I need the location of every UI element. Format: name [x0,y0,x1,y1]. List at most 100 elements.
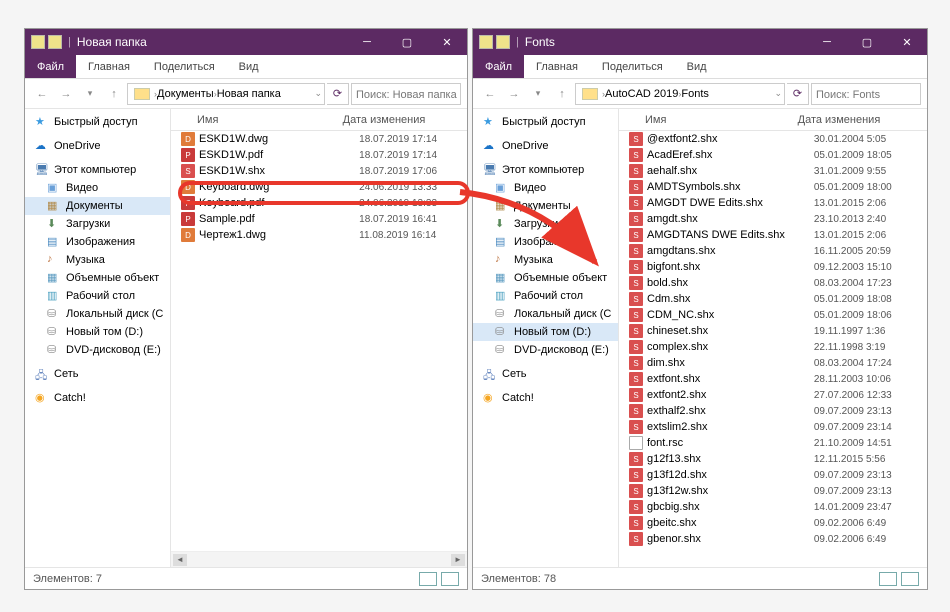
maximize-button[interactable]: ▢ [847,29,887,55]
sidebar-item-music[interactable]: ♪Музыка [473,251,618,269]
tab-home[interactable]: Главная [524,55,590,78]
crumb-autocad[interactable]: AutoCAD 2019 [605,88,678,100]
history-button[interactable]: ▾ [79,83,101,105]
file-row[interactable]: Sgbcbig.shx14.01.2009 23:47 [619,499,927,515]
sidebar-item-pictures[interactable]: ▤Изображения [25,233,170,251]
view-details-icon[interactable] [419,572,437,586]
close-button[interactable]: ✕ [887,29,927,55]
sidebar-item-3d-objects[interactable]: ▦Объемные объект [473,269,618,287]
file-row[interactable]: S@extfont2.shx30.01.2004 5:05 [619,131,927,147]
sidebar-item-dvd[interactable]: ⛁DVD-дисковод (E:) [473,341,618,359]
forward-button[interactable]: → [503,83,525,105]
sidebar-item-music[interactable]: ♪Музыка [25,251,170,269]
back-button[interactable]: ← [479,83,501,105]
titlebar[interactable]: | Новая папка ─ ▢ ✕ [25,29,467,55]
crumb-fonts[interactable]: Fonts [681,88,709,100]
sidebar-item-documents[interactable]: ▦Документы [25,197,170,215]
sidebar-item-downloads[interactable]: ⬇Загрузки [473,215,618,233]
chevron-down-icon[interactable]: ⌄ [774,88,782,99]
sidebar-item-downloads[interactable]: ⬇Загрузки [25,215,170,233]
up-button[interactable]: ↑ [551,83,573,105]
sidebar-item-catch[interactable]: ◉Catch! [473,389,618,407]
file-row[interactable]: Scomplex.shx22.11.1998 3:19 [619,339,927,355]
file-row[interactable]: SAMDTSymbols.shx05.01.2009 18:00 [619,179,927,195]
scroll-right-icon[interactable]: ► [451,554,465,566]
up-button[interactable]: ↑ [103,83,125,105]
file-row[interactable]: Samgdtans.shx16.11.2005 20:59 [619,243,927,259]
sidebar-item-disk-c[interactable]: ⛁Локальный диск (C [473,305,618,323]
view-large-icon[interactable] [441,572,459,586]
back-button[interactable]: ← [31,83,53,105]
file-list[interactable]: DESKD1W.dwg18.07.2019 17:14PESKD1W.pdf18… [171,131,467,551]
sidebar-item-disk-d[interactable]: ⛁Новый том (D:) [473,323,618,341]
file-row[interactable]: Saehalf.shx31.01.2009 9:55 [619,163,927,179]
refresh-button[interactable]: ⟳ [327,83,349,105]
tab-share[interactable]: Поделиться [142,55,227,78]
tab-share[interactable]: Поделиться [590,55,675,78]
file-row[interactable]: SAMGDT DWE Edits.shx13.01.2015 2:06 [619,195,927,211]
file-list[interactable]: S@extfont2.shx30.01.2004 5:05SAcadEref.s… [619,131,927,567]
sidebar-item-videos[interactable]: ▣Видео [473,179,618,197]
tab-view[interactable]: Вид [227,55,271,78]
search-input[interactable]: Поиск: Fonts [811,83,921,105]
file-row[interactable]: Sextfont2.shx27.07.2006 12:33 [619,387,927,403]
search-input[interactable]: Поиск: Новая папка [351,83,461,105]
file-row[interactable]: DЧертеж1.dwg11.08.2019 16:14 [171,227,467,243]
tab-file[interactable]: Файл [25,55,76,78]
file-row[interactable]: SCDM_NC.shx05.01.2009 18:06 [619,307,927,323]
view-large-icon[interactable] [901,572,919,586]
tab-file[interactable]: Файл [473,55,524,78]
col-name[interactable]: Имя [619,114,798,126]
close-button[interactable]: ✕ [427,29,467,55]
file-row[interactable]: Sgbeitc.shx09.02.2006 6:49 [619,515,927,531]
maximize-button[interactable]: ▢ [387,29,427,55]
chevron-down-icon[interactable]: ⌄ [314,88,322,99]
sidebar-item-network[interactable]: 🖧Сеть [25,365,170,383]
sidebar-item-onedrive[interactable]: ☁OneDrive [25,137,170,155]
tab-view[interactable]: Вид [675,55,719,78]
file-row[interactable]: PSample.pdf18.07.2019 16:41 [171,211,467,227]
file-row[interactable]: SAMGDTANS DWE Edits.shx13.01.2015 2:06 [619,227,927,243]
file-row[interactable]: font.rsc21.10.2009 14:51 [619,435,927,451]
forward-button[interactable]: → [55,83,77,105]
crumb-folder[interactable]: Новая папка [217,88,281,100]
titlebar[interactable]: | Fonts ─ ▢ ✕ [473,29,927,55]
sidebar-item-disk-d[interactable]: ⛁Новый том (D:) [25,323,170,341]
file-row[interactable]: Sbold.shx08.03.2004 17:23 [619,275,927,291]
sidebar-item-desktop[interactable]: ▥Рабочий стол [25,287,170,305]
sidebar-item-onedrive[interactable]: ☁OneDrive [473,137,618,155]
file-row[interactable]: PKeyboard.pdf24.06.2019 13:33 [171,195,467,211]
file-row[interactable]: Samgdt.shx23.10.2013 2:40 [619,211,927,227]
sidebar-item-disk-c[interactable]: ⛁Локальный диск (C [25,305,170,323]
horizontal-scrollbar[interactable]: ◄ ► [171,551,467,567]
crumb-documents[interactable]: Документы [157,88,214,100]
col-date[interactable]: Дата изменения [343,114,467,126]
file-row[interactable]: Sdim.shx08.03.2004 17:24 [619,355,927,371]
history-button[interactable]: ▾ [527,83,549,105]
minimize-button[interactable]: ─ [347,29,387,55]
file-row[interactable]: SCdm.shx05.01.2009 18:08 [619,291,927,307]
sidebar-item-videos[interactable]: ▣Видео [25,179,170,197]
file-row[interactable]: Sg13f12d.shx09.07.2009 23:13 [619,467,927,483]
file-row[interactable]: DESKD1W.dwg18.07.2019 17:14 [171,131,467,147]
sidebar-item-desktop[interactable]: ▥Рабочий стол [473,287,618,305]
sidebar-item-pictures[interactable]: ▤Изображения [473,233,618,251]
sidebar-item-this-pc[interactable]: 🖥Этот компьютер [473,161,618,179]
file-row[interactable]: Sg12f13.shx12.11.2015 5:56 [619,451,927,467]
column-headers[interactable]: Имя Дата изменения [171,109,467,131]
file-row[interactable]: Sgbenor.shx09.02.2006 6:49 [619,531,927,547]
sidebar-item-documents[interactable]: ▦Документы [473,197,618,215]
col-name[interactable]: Имя [171,114,343,126]
file-row[interactable]: SESKD1W.shx18.07.2019 17:06 [171,163,467,179]
sidebar-item-quick-access[interactable]: ★Быстрый доступ [25,113,170,131]
view-details-icon[interactable] [879,572,897,586]
sidebar-item-network[interactable]: 🖧Сеть [473,365,618,383]
refresh-button[interactable]: ⟳ [787,83,809,105]
sidebar-item-quick-access[interactable]: ★Быстрый доступ [473,113,618,131]
minimize-button[interactable]: ─ [807,29,847,55]
tab-home[interactable]: Главная [76,55,142,78]
col-date[interactable]: Дата изменения [798,114,927,126]
file-row[interactable]: PESKD1W.pdf18.07.2019 17:14 [171,147,467,163]
quick-access-icon[interactable] [496,35,510,49]
file-row[interactable]: DKeyboard.dwg24.06.2019 13:33 [171,179,467,195]
